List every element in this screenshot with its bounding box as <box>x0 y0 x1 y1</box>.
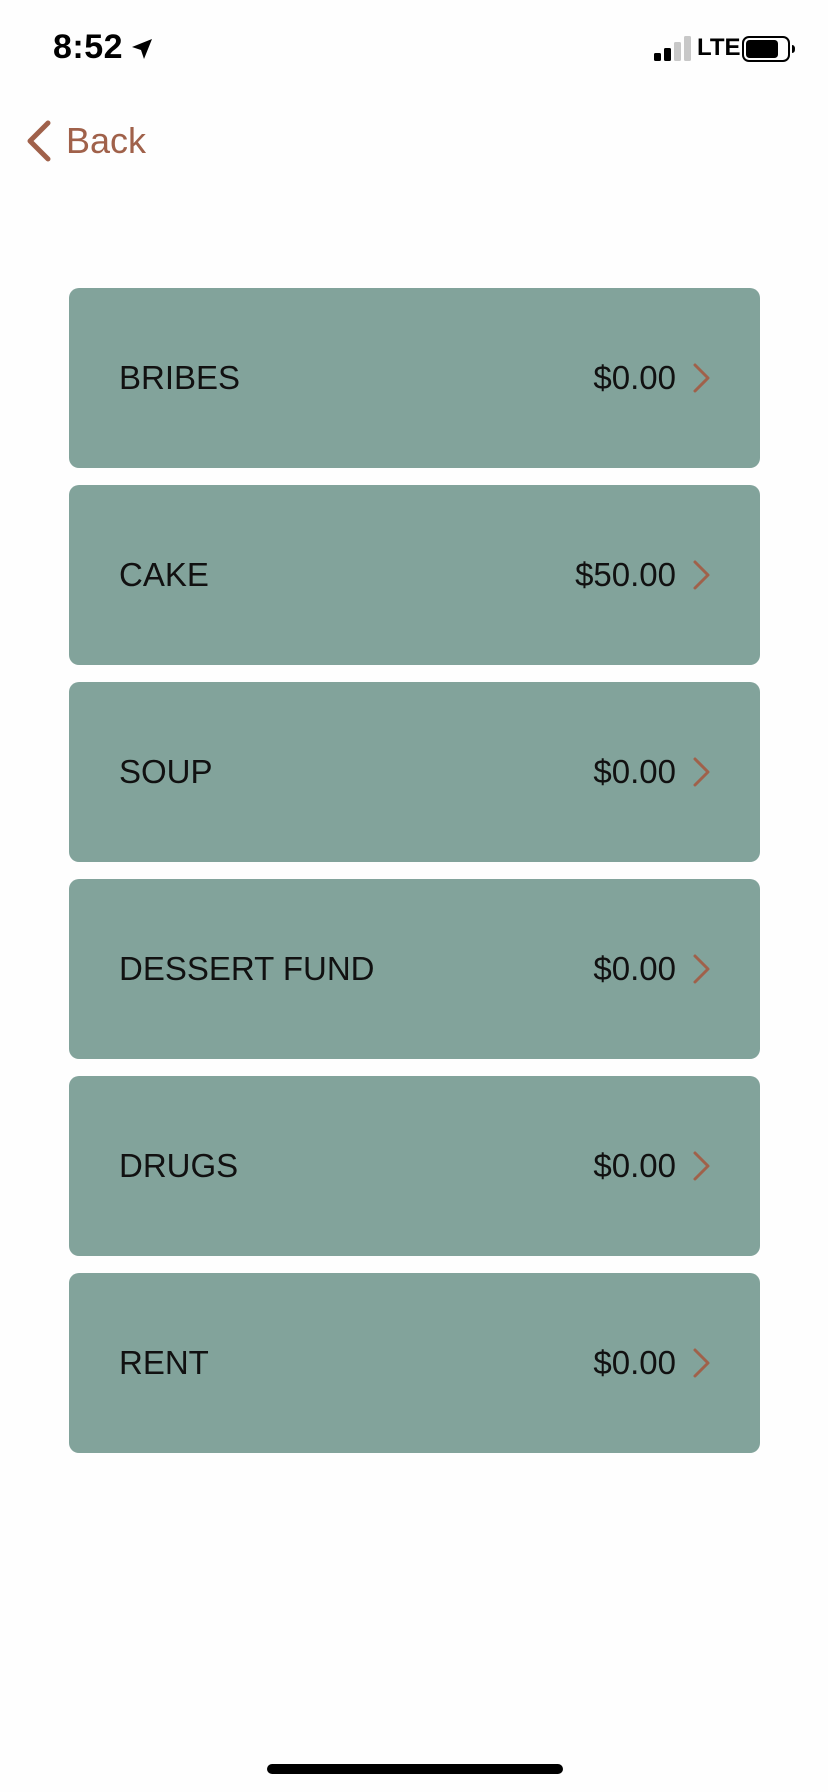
back-button[interactable]: Back <box>24 116 146 166</box>
battery-icon <box>742 36 795 62</box>
category-amount: $50.00 <box>575 556 676 593</box>
category-card[interactable]: DESSERT FUND $0.00 <box>69 879 760 1059</box>
chevron-right-icon <box>693 363 710 393</box>
chevron-right-icon <box>693 954 710 984</box>
status-time: 8:52 <box>53 28 124 66</box>
category-list: BRIBES $0.00 CAKE $50.00 SOUP $0.00 DESS… <box>69 288 760 1470</box>
category-name: DESSERT FUND <box>119 950 375 987</box>
category-card[interactable]: SOUP $0.00 <box>69 682 760 862</box>
category-card[interactable]: DRUGS $0.00 <box>69 1076 760 1256</box>
category-card[interactable]: RENT $0.00 <box>69 1273 760 1453</box>
category-amount: $0.00 <box>593 950 676 987</box>
category-card[interactable]: BRIBES $0.00 <box>69 288 760 468</box>
status-bar: 8:52 LTE <box>0 0 828 100</box>
home-indicator[interactable] <box>267 1764 563 1774</box>
category-name: SOUP <box>119 753 213 790</box>
network-type-label: LTE <box>697 34 741 61</box>
chevron-right-icon <box>693 1151 710 1181</box>
chevron-left-icon <box>27 120 51 162</box>
location-arrow-icon <box>132 39 152 59</box>
chevron-right-icon <box>693 1348 710 1378</box>
category-card[interactable]: CAKE $50.00 <box>69 485 760 665</box>
cellular-signal-icon <box>654 36 691 61</box>
category-name: RENT <box>119 1344 209 1381</box>
category-name: DRUGS <box>119 1147 239 1184</box>
category-name: CAKE <box>119 556 209 593</box>
chevron-right-icon <box>693 757 710 787</box>
category-name: BRIBES <box>119 359 241 396</box>
back-label: Back <box>66 120 147 161</box>
category-amount: $0.00 <box>593 359 676 396</box>
category-amount: $0.00 <box>593 753 676 790</box>
category-amount: $0.00 <box>593 1344 676 1381</box>
category-amount: $0.00 <box>593 1147 676 1184</box>
chevron-right-icon <box>693 560 710 590</box>
